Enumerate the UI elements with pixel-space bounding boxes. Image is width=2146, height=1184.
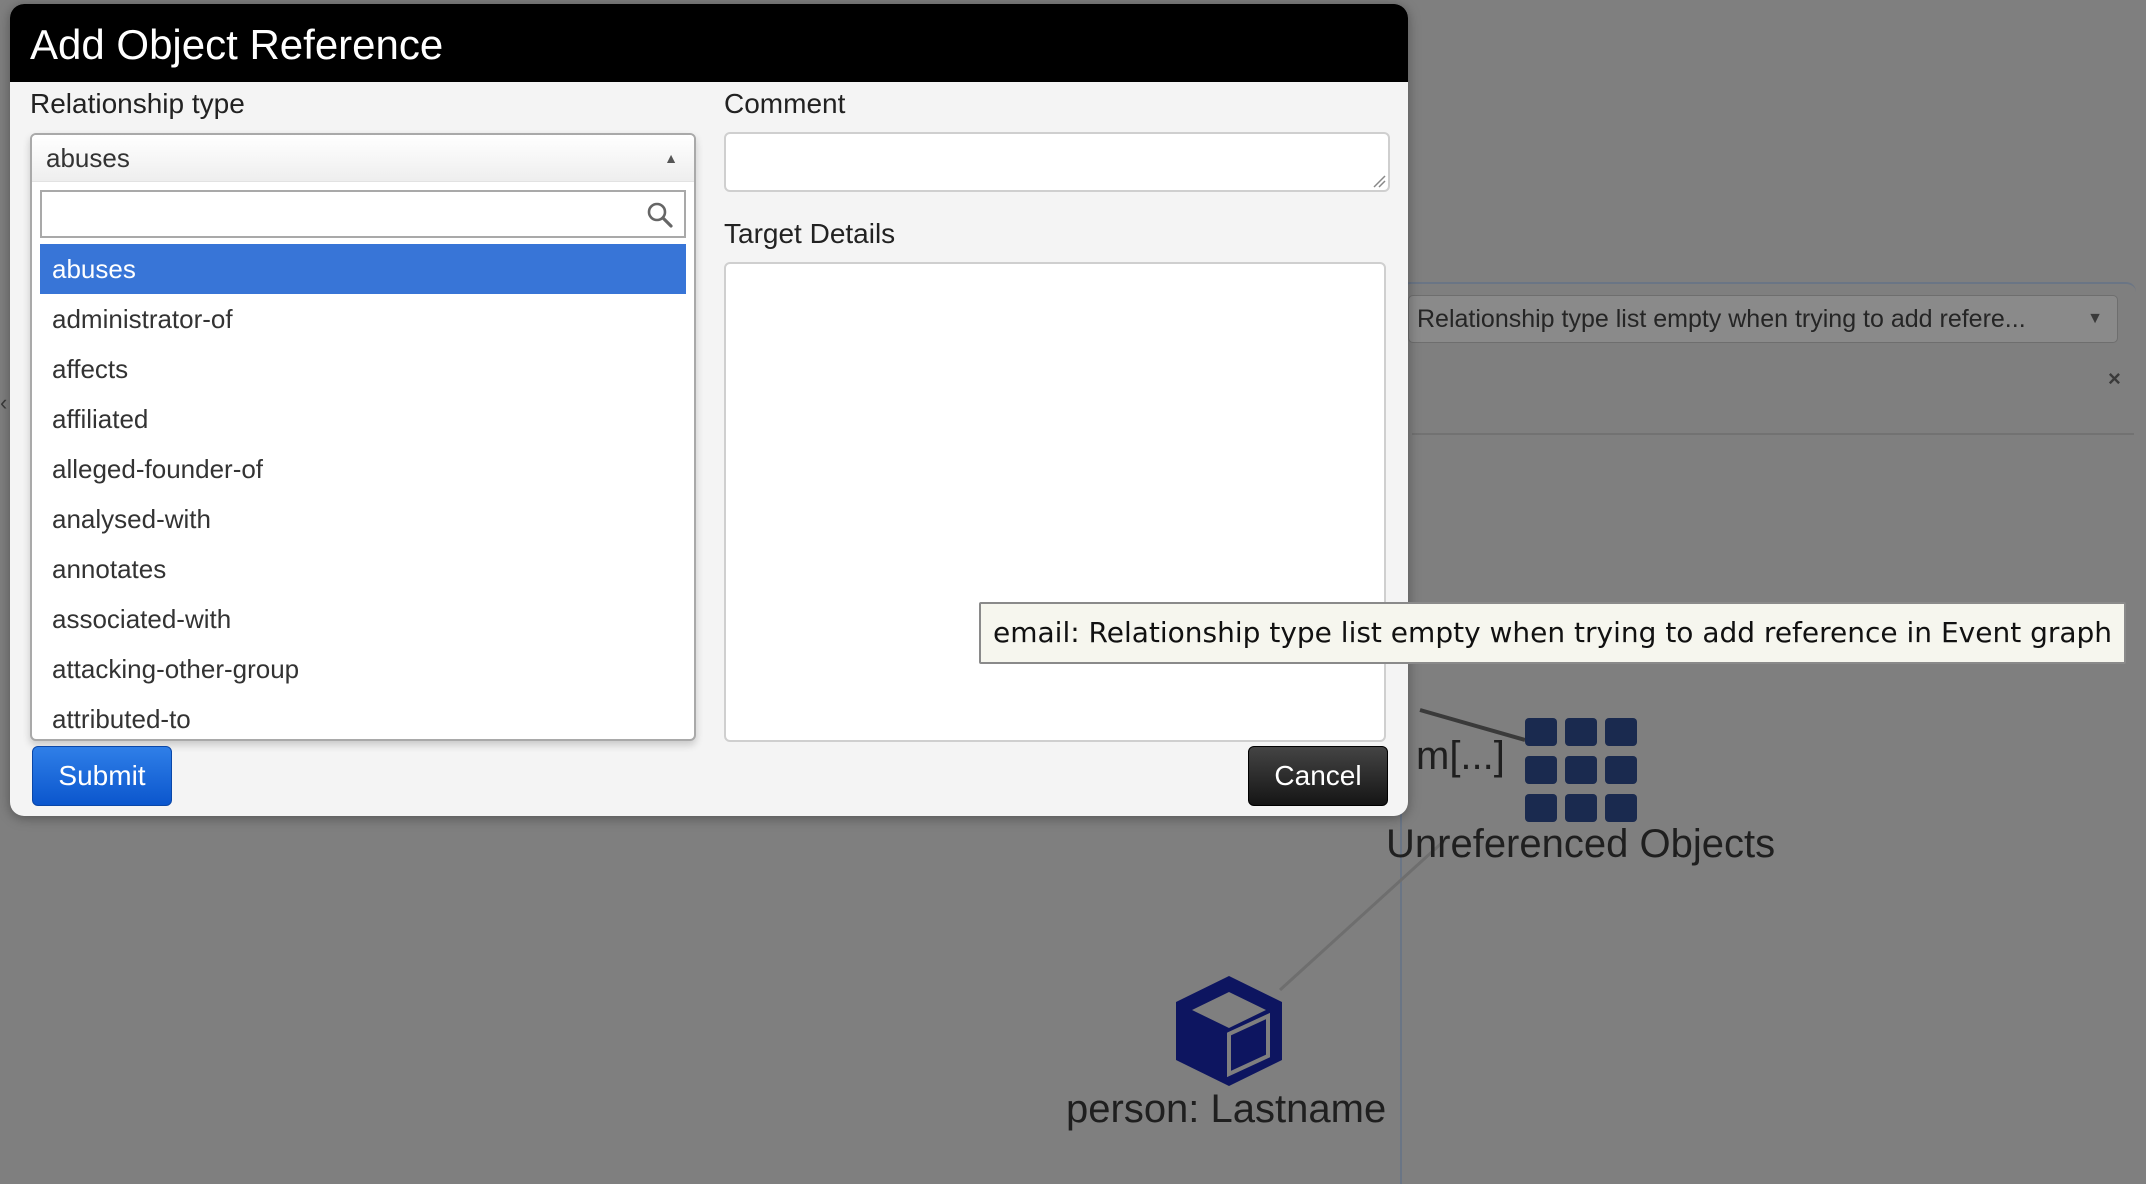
modal-header: Add Object Reference xyxy=(10,4,1408,82)
graph-node-label: m[...] xyxy=(1416,734,1505,778)
node-tooltip: email: Relationship type list empty when… xyxy=(979,602,2127,664)
relationship-option[interactable]: annotates xyxy=(40,544,686,594)
cancel-button[interactable]: Cancel xyxy=(1248,746,1388,806)
relationship-type-select[interactable]: abuses ▲ xyxy=(32,135,694,182)
target-details-box[interactable] xyxy=(724,262,1386,742)
relationship-option[interactable]: alleged-founder-of xyxy=(40,444,686,494)
relationship-type-dropdown[interactable]: abuses ▲ abuses administrator-of affects… xyxy=(30,133,696,741)
relationship-option[interactable]: abuses xyxy=(40,244,686,294)
relationship-option[interactable]: associated-with xyxy=(40,594,686,644)
resize-grip-icon[interactable] xyxy=(1372,174,1386,188)
relationship-search-input[interactable] xyxy=(42,192,684,236)
relationship-option[interactable]: attributed-to xyxy=(40,694,686,739)
comment-textarea[interactable] xyxy=(724,132,1390,192)
relationship-selected-value: abuses xyxy=(46,143,130,173)
relationship-type-label: Relationship type xyxy=(30,88,245,119)
search-icon xyxy=(647,202,673,228)
comment-label: Comment xyxy=(724,88,846,119)
grid-icon[interactable] xyxy=(1525,718,1641,822)
unreferenced-objects-label: Unreferenced Objects xyxy=(1386,822,1776,866)
relationship-option[interactable]: affects xyxy=(40,344,686,394)
submit-button[interactable]: Submit xyxy=(32,746,172,806)
relationship-option[interactable]: affiliated xyxy=(40,394,686,444)
relationship-option[interactable]: administrator-of xyxy=(40,294,686,344)
cube-icon[interactable] xyxy=(1170,972,1288,1088)
add-object-reference-modal: Add Object Reference Relationship type C… xyxy=(10,4,1408,816)
relationship-search[interactable] xyxy=(40,190,686,238)
relationship-options-list: abuses administrator-of affects affiliat… xyxy=(40,244,686,739)
chevron-up-icon: ▲ xyxy=(664,150,678,166)
relationship-option[interactable]: analysed-with xyxy=(40,494,686,544)
relationship-option[interactable]: attacking-other-group xyxy=(40,644,686,694)
person-node-label: person: Lastname xyxy=(1066,1087,1387,1131)
modal-title: Add Object Reference xyxy=(30,21,444,68)
target-details-label: Target Details xyxy=(724,218,896,249)
